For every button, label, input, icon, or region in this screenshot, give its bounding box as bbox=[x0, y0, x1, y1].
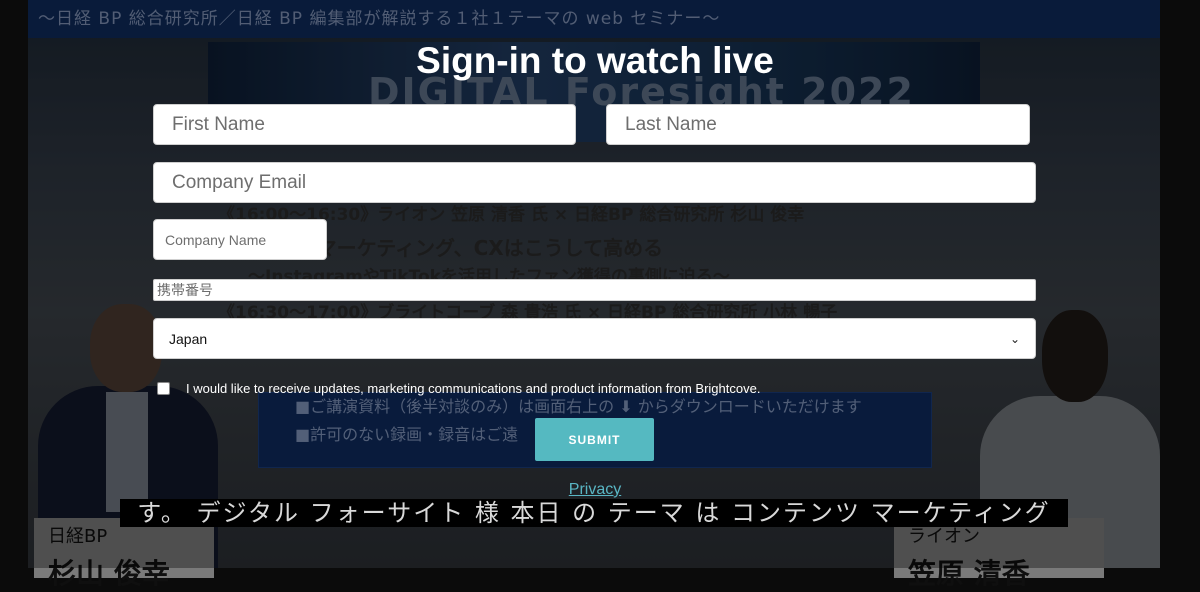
last-name-input[interactable] bbox=[606, 104, 1030, 145]
consent-label: I would like to receive updates, marketi… bbox=[186, 381, 761, 396]
first-name-input[interactable] bbox=[153, 104, 576, 145]
country-select-value: Japan bbox=[169, 330, 208, 347]
mobile-number-input[interactable] bbox=[153, 279, 1036, 301]
form-title: Sign-in to watch live bbox=[416, 40, 774, 81]
video-caption: す。 デジタル フォーサイト 様 本日 の テーマ は コンテンツ マーケティン… bbox=[120, 499, 1068, 527]
chevron-down-icon: ⌄ bbox=[1009, 331, 1020, 346]
country-select[interactable]: Japan ⌄ bbox=[153, 318, 1036, 359]
consent-checkbox-wrap[interactable] bbox=[157, 379, 170, 397]
submit-button[interactable]: SUBMIT bbox=[535, 418, 654, 461]
privacy-link[interactable]: Privacy bbox=[0, 481, 1190, 499]
consent-checkbox[interactable] bbox=[157, 381, 170, 395]
company-name-input[interactable] bbox=[153, 219, 327, 260]
company-email-input[interactable] bbox=[153, 162, 1036, 203]
